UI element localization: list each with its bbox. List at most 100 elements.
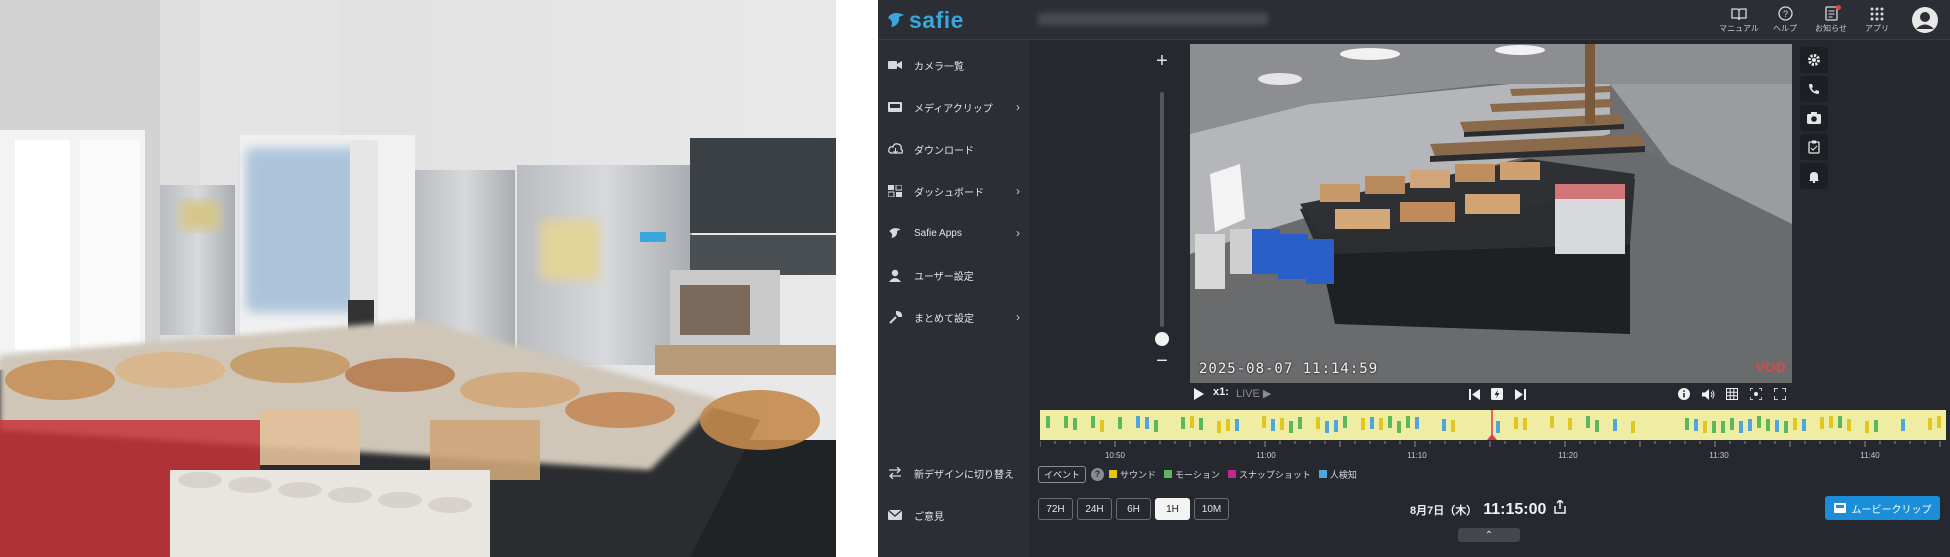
timeline-event-marker[interactable] [1568,418,1572,430]
timeline-event-marker[interactable] [1073,418,1077,430]
timeline-event-marker[interactable] [1361,418,1365,430]
zoom-track[interactable] [1160,92,1164,327]
timeline-event-marker[interactable] [1523,418,1527,430]
timeline-event-marker[interactable] [1343,416,1347,428]
timeline-event-marker[interactable] [1865,421,1869,433]
play-button[interactable] [1190,386,1206,402]
volume-button[interactable] [1700,386,1716,402]
timeline-event-marker[interactable] [1784,421,1788,433]
timeline-event-marker[interactable] [1802,419,1806,431]
timeline-event-marker[interactable] [1217,421,1221,433]
timeline-event-marker[interactable] [1154,420,1158,432]
timeline-event-marker[interactable] [1262,416,1266,428]
apps-button[interactable]: アプリ [1854,0,1900,40]
timeline-event-marker[interactable] [1874,420,1878,432]
timeline-event-marker[interactable] [1721,421,1725,433]
timeline-event-marker[interactable] [1631,421,1635,433]
timeline-event-marker[interactable] [1064,416,1068,428]
settings-button[interactable] [1800,47,1828,73]
help-button[interactable]: ? ヘルプ [1762,0,1808,40]
timeline-event-marker[interactable] [1586,416,1590,428]
sidebar-item-camera-list[interactable]: カメラ一覧 [878,44,1030,86]
timeline-event-marker[interactable] [1190,416,1194,428]
fullscreen-button[interactable] [1772,386,1788,402]
zoom-out-button[interactable]: − [1151,351,1173,371]
expand-drawer-button[interactable]: ⌃ [1458,528,1520,542]
zoom-in-button[interactable]: + [1151,51,1173,71]
timeline-event-marker[interactable] [1613,419,1617,431]
sidebar-item-switch-design[interactable]: 新デザインに切り替え [878,452,1030,494]
timeline-event-marker[interactable] [1181,417,1185,429]
report-button[interactable] [1800,134,1828,160]
timeline-event-marker[interactable] [1118,417,1122,429]
zoom-handle[interactable] [1155,332,1169,346]
range-10m-button[interactable]: 10M [1194,498,1229,520]
timeline-event-marker[interactable] [1370,417,1374,429]
grid-view-button[interactable] [1724,386,1740,402]
sidebar-item-feedback[interactable]: ご意見 [878,494,1030,536]
timeline-event-marker[interactable] [1415,417,1419,429]
timeline-event-marker[interactable] [1091,416,1095,428]
alert-button[interactable] [1800,163,1828,189]
timeline-event-marker[interactable] [1451,420,1455,432]
digital-zoom-button[interactable] [1748,386,1764,402]
timeline-event-marker[interactable] [1739,421,1743,433]
timeline-event-marker[interactable] [1280,418,1284,430]
movie-clip-button[interactable]: ムービークリップ [1825,496,1940,520]
timeline-event-marker[interactable] [1334,420,1338,432]
timeline-event-marker[interactable] [1145,417,1149,429]
notification-button[interactable]: お知らせ [1808,0,1854,40]
timeline-event-marker[interactable] [1550,416,1554,428]
timeline-event-marker[interactable] [1235,419,1239,431]
range-24h-button[interactable]: 24H [1077,498,1112,520]
timeline-event-marker[interactable] [1775,420,1779,432]
timeline-event-marker[interactable] [1694,419,1698,431]
timeline-event-marker[interactable] [1136,416,1140,428]
timeline-event-marker[interactable] [1514,417,1518,429]
timeline-event-marker[interactable] [1703,421,1707,433]
timeline-event-marker[interactable] [1901,419,1905,431]
range-72h-button[interactable]: 72H [1038,498,1073,520]
go-live-button[interactable]: LIVE ▶ [1236,387,1271,400]
timeline-event-marker[interactable] [1226,419,1230,431]
timeline-event-marker[interactable] [1829,416,1833,428]
timeline-event-marker[interactable] [1289,421,1293,433]
timeline-event-marker[interactable] [1793,418,1797,430]
safie-logo[interactable]: safie [886,6,964,34]
user-avatar-button[interactable] [1900,0,1950,40]
current-time-display[interactable]: 8月7日（木） 11:15:00 [1410,498,1567,519]
timeline-event-marker[interactable] [1757,416,1761,428]
previous-button[interactable] [1466,386,1482,402]
timeline-event-marker[interactable] [1325,421,1329,433]
timeline-event-marker[interactable] [1838,416,1842,428]
zoom-slider[interactable]: + − [1151,51,1173,372]
timeline-event-marker[interactable] [1406,416,1410,428]
sidebar-item-safie-apps[interactable]: Safie Apps › [878,212,1030,254]
info-button[interactable] [1676,386,1692,402]
timeline-event-marker[interactable] [1298,417,1302,429]
timeline-event-marker[interactable] [1100,420,1104,432]
timeline-event-marker[interactable] [1730,418,1734,430]
sidebar-item-media-clip[interactable]: メディアクリップ › [878,86,1030,128]
timeline-event-marker[interactable] [1820,417,1824,429]
timeline-event-marker[interactable] [1595,420,1599,432]
range-1h-button[interactable]: 1H [1155,498,1190,520]
timeline-event-marker[interactable] [1937,416,1941,428]
timeline-event-marker[interactable] [1442,419,1446,431]
event-filter-button[interactable]: イベント [1038,465,1087,483]
timeline-event-marker[interactable] [1685,418,1689,430]
timeline-event-marker[interactable] [1316,417,1320,429]
timeline-event-marker[interactable] [1766,419,1770,431]
timeline-event-marker[interactable] [1388,416,1392,428]
call-button[interactable] [1800,76,1828,102]
video-feed[interactable]: 2025-08-07 11:14:59 VOD [1190,44,1792,383]
timeline-event-marker[interactable] [1712,421,1716,433]
timeline-track[interactable] [1040,410,1946,440]
playback-speed[interactable]: x1: [1213,386,1229,398]
timeline-event-marker[interactable] [1748,419,1752,431]
sidebar-item-user-settings[interactable]: ユーザー設定 [878,254,1030,296]
sidebar-item-download[interactable]: ダウンロード [878,128,1030,170]
snapshot-button[interactable] [1800,105,1828,131]
timeline-event-marker[interactable] [1397,421,1401,433]
next-button[interactable] [1512,386,1528,402]
